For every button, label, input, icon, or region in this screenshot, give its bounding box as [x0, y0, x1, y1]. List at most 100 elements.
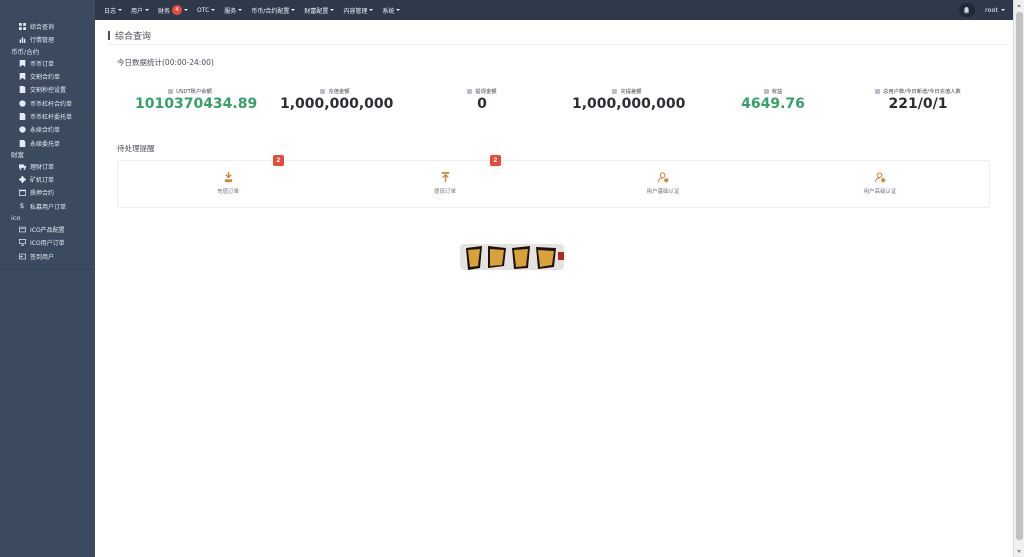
sidebar-group-title: ico: [11, 213, 21, 222]
nav-finance[interactable]: 财务 4: [158, 5, 189, 15]
page-title-text: 综合查询: [115, 32, 152, 42]
document-icon: [18, 139, 26, 147]
scroll-down-arrow-icon[interactable]: [1017, 550, 1021, 553]
main-content: 综合查询 今日数据统计(00:00-24:00) USDT账户余额 101037…: [95, 20, 1013, 557]
top-navbar: 日志 用户 财务 4 OTC 服务 币币/合约配置 财富配置 内容管理 系统 ro…: [95, 0, 1013, 20]
stats-section-title: 今日数据统计(00:00-24:00): [117, 58, 214, 67]
pending-label: 提现订单: [433, 189, 456, 195]
sidebar-item-market[interactable]: 行情管理: [0, 33, 95, 46]
pending-count-badge: 2: [490, 155, 501, 166]
sidebar-item-label: 币币杠杆合约单: [30, 100, 73, 108]
topbar-right: root: [958, 0, 1005, 20]
bell-icon[interactable]: [958, 3, 975, 17]
nav-wealth-config[interactable]: 财富配置: [304, 6, 335, 15]
sidebar-item-finance-orders[interactable]: 理财订单: [0, 160, 95, 173]
bookmark-icon: [18, 73, 26, 81]
stat-value: 0: [477, 96, 487, 112]
chevron-down-icon: [145, 9, 150, 11]
pending-count-badge: 2: [273, 155, 284, 166]
dollar-icon: $: [19, 202, 25, 211]
clock-icon: [18, 126, 26, 134]
sidebar-group-title: 财富: [11, 150, 24, 159]
page-title: 综合查询: [108, 29, 151, 42]
clock-icon: [18, 99, 26, 107]
pending-label: 充值订单: [216, 189, 239, 195]
monitor-icon: [18, 239, 26, 247]
stat-value: 1,000,000,000: [572, 96, 686, 112]
nav-label: 内容管理: [343, 7, 368, 15]
sidebar-item-leverage-entrust[interactable]: 币币杠杆委托单: [0, 110, 95, 123]
sidebar-item-label: 币币杠杆委托单: [30, 113, 73, 121]
title-divider: [108, 44, 1008, 45]
sidebar-item-label: 行情管理: [30, 37, 55, 45]
chevron-down-icon: [369, 9, 374, 11]
revenue-icon: [763, 88, 769, 94]
sidebar-item-delivery-settings[interactable]: 交割秒控设置: [0, 83, 95, 96]
sidebar-item-private-orders[interactable]: $ 私募用户订单: [0, 200, 95, 213]
nav-users[interactable]: 用户: [131, 6, 150, 15]
sidebar-item-staking[interactable]: 质押合约: [0, 186, 95, 199]
chart-icon: [18, 36, 26, 44]
pending-advanced-verification[interactable]: 用户高级认证: [830, 161, 930, 209]
nav-system[interactable]: 系统: [382, 6, 401, 15]
title-accent-bar: [108, 31, 110, 40]
scrollbar-thumb[interactable]: [1016, 12, 1023, 540]
chevron-down-icon: [396, 9, 401, 11]
deposit-icon: [222, 171, 234, 183]
sidebar-item-miner-orders[interactable]: 矿机订单: [0, 173, 95, 186]
stat-value: 4649.76: [741, 96, 805, 112]
sidebar-item-ico-orders[interactable]: ICO用户订单: [0, 236, 95, 249]
window-scrollbar[interactable]: [1013, 0, 1024, 557]
chevron-down-icon: [1001, 9, 1005, 11]
sidebar-item-ico-config[interactable]: ICO产品配置: [0, 223, 95, 236]
nav-content[interactable]: 内容管理: [343, 6, 374, 15]
withdraw-icon: [467, 88, 473, 94]
sidebar-item-label: 矿机订单: [30, 177, 55, 185]
sidebar-group-title: 币币/合约: [11, 47, 40, 56]
pending-panel: 充值订单 2 提现订单 2 用户基础认证 用户高级认证: [117, 155, 990, 209]
stat-label: 总用户数/今日新增/今日充值人数: [883, 89, 961, 95]
sidebar-item-spot-orders[interactable]: 币币订单: [0, 57, 95, 70]
chevron-down-icon: [238, 9, 243, 11]
sidebar-item-perpetual-entrust[interactable]: 永续委托单: [0, 136, 95, 149]
user-check-icon: [874, 171, 886, 183]
gear-icon: [18, 176, 26, 184]
notification-badge: 4: [172, 5, 183, 15]
bookmark-icon: [18, 59, 26, 67]
sidebar-item-label: 综合查询: [30, 24, 55, 32]
sidebar-item-leverage-orders[interactable]: 币币杠杆合约单: [0, 96, 95, 109]
users-icon: [875, 88, 881, 94]
nav-label: OTC: [197, 6, 210, 14]
sidebar-item-delivery-orders[interactable]: 交割合约单: [0, 70, 95, 83]
pending-section-title: 待处理提醒: [117, 144, 155, 153]
stat-net-difference: 充提差额 1,000,000,000: [572, 87, 686, 112]
stat-withdraw-amount: 提现金额 0: [427, 87, 537, 112]
user-menu[interactable]: root: [985, 6, 1005, 14]
sidebar-item-checkin-users[interactable]: 签到用户: [0, 249, 95, 262]
nav-label: 币币/合约配置: [251, 7, 290, 15]
stat-usdt-balance: USDT账户余额 1010370434.89: [135, 87, 257, 112]
pending-deposit-orders[interactable]: 充值订单 2: [178, 155, 284, 209]
card-icon: [18, 252, 26, 260]
sidebar-item-perpetual-orders[interactable]: 永续合约单: [0, 123, 95, 136]
sidebar-item-label: 交割秒控设置: [30, 87, 67, 95]
scroll-up-arrow-icon[interactable]: [1017, 4, 1021, 7]
chevron-down-icon: [211, 9, 216, 11]
stats-row: USDT账户余额 1010370434.89 充值金额 1,000,000,00…: [95, 87, 1013, 127]
sidebar-item-label: ICO产品配置: [30, 227, 65, 234]
username: root: [984, 6, 998, 14]
pending-basic-verification[interactable]: 用户基础认证: [613, 161, 713, 209]
stat-label: 收益: [771, 89, 783, 95]
nav-logs[interactable]: 日志: [104, 6, 123, 15]
sidebar-item-label: 理财订单: [30, 163, 55, 171]
nav-service[interactable]: 服务: [224, 6, 243, 15]
sidebar-item-label: 币币订单: [30, 60, 55, 68]
sidebar-item-overview[interactable]: 综合查询: [0, 20, 95, 33]
stat-label: 充值金额: [328, 89, 350, 95]
stat-value: 221/0/1: [888, 96, 948, 112]
nav-otc[interactable]: OTC: [197, 6, 216, 14]
pending-withdraw-orders[interactable]: 提现订单 2: [395, 155, 501, 209]
stat-label: 充提差额: [620, 89, 642, 95]
nav-contract-config[interactable]: 币币/合约配置: [251, 6, 296, 15]
chevron-down-icon: [291, 9, 296, 11]
